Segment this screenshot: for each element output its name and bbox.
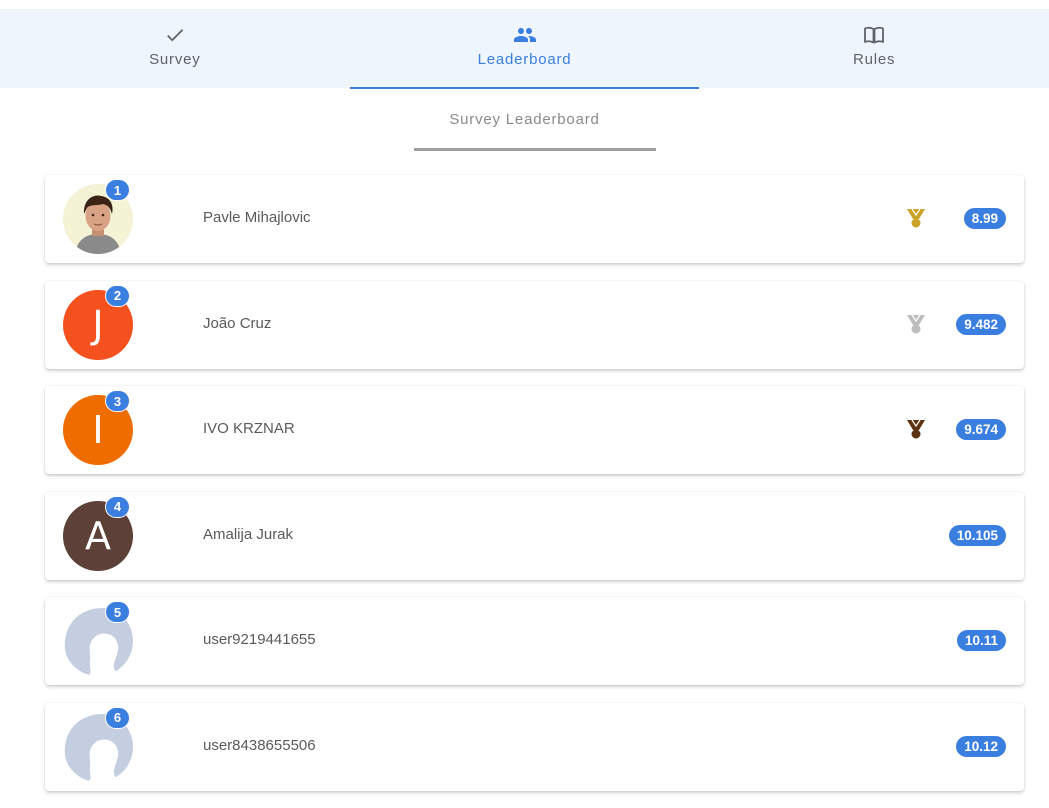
score-badge: 8.99: [963, 208, 1006, 229]
player-name: João Cruz: [203, 314, 272, 332]
leaderboard-entry[interactable]: 6 user8438655506 10.12: [45, 702, 1024, 791]
player-name: Amalija Jurak: [203, 525, 294, 543]
silver-medal-icon: [904, 312, 928, 336]
check-icon: [164, 23, 186, 47]
people-icon: [513, 23, 537, 47]
tab-label: Survey: [149, 51, 201, 68]
score-badge: 10.12: [956, 735, 1006, 757]
gold-medal-icon: [904, 206, 928, 230]
rank-badge: 6: [105, 706, 130, 729]
player-name: user9219441655: [203, 631, 316, 648]
leaderboard-entry[interactable]: I 3 IVO KRZNAR 9.674: [45, 386, 1024, 474]
player-name: IVO KRZNAR: [203, 420, 295, 437]
rank-badge: 3: [105, 390, 130, 412]
tab-label: Rules: [853, 51, 896, 68]
score-badge: 10.11: [956, 630, 1006, 651]
score-badge: 9.674: [956, 419, 1006, 440]
tab-bar: Survey Leaderboard Rules: [0, 9, 1049, 89]
player-name: user8438655506: [203, 736, 316, 754]
rank-badge: 4: [105, 495, 130, 518]
tab-label: Leaderboard: [477, 51, 572, 68]
subtitle-underline: [414, 148, 656, 151]
leaderboard-list: 1 Pavle Mihajlovic 8.99 J 2 João Cruz 9.…: [45, 175, 1024, 808]
leaderboard-entry[interactable]: 1 Pavle Mihajlovic 8.99: [45, 175, 1024, 263]
leaderboard-subtitle: Survey Leaderboard: [449, 111, 600, 128]
book-icon: [862, 23, 886, 47]
score-badge: 9.482: [956, 313, 1006, 335]
bronze-medal-icon: [904, 417, 928, 441]
player-name: Pavle Mihajlovic: [203, 209, 311, 226]
leaderboard-entry[interactable]: 5 user9219441655 10.11: [45, 597, 1024, 685]
leaderboard-entry[interactable]: A 4 Amalija Jurak 10.105: [45, 491, 1024, 580]
rank-badge: 5: [105, 601, 130, 623]
rank-badge: 2: [105, 284, 130, 307]
tab-leaderboard[interactable]: Leaderboard: [349, 9, 700, 89]
leaderboard-entry[interactable]: J 2 João Cruz 9.482: [45, 280, 1024, 369]
score-badge: 10.105: [948, 524, 1006, 546]
tab-survey[interactable]: Survey: [0, 9, 350, 88]
rank-badge: 1: [105, 179, 130, 201]
tab-rules[interactable]: Rules: [699, 9, 1049, 88]
